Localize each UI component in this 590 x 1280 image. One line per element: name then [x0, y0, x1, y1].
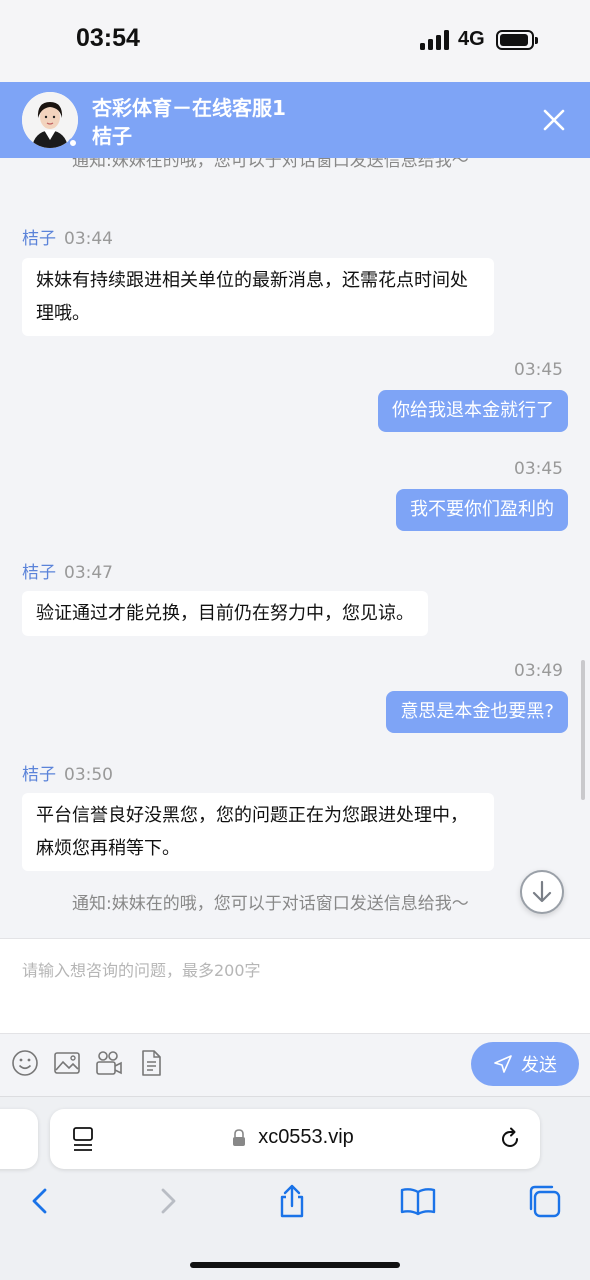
system-notice: 通知:妹妹在的哦，您可以于对话窗口发送信息给我～	[72, 894, 469, 914]
back-icon[interactable]	[22, 1183, 58, 1219]
message-time: 03:49	[514, 661, 563, 681]
agent-message: 平台信誉良好没黑您，您的问题正在为您跟进处理中，麻烦您再稍等下。	[22, 793, 494, 871]
bookmarks-icon[interactable]	[400, 1183, 436, 1219]
send-button[interactable]: 发送	[471, 1042, 579, 1086]
home-indicator[interactable]	[190, 1262, 400, 1268]
status-bar: 03:54 4G	[0, 0, 590, 82]
message-time: 03:45	[514, 360, 563, 380]
agent-name: 桔子	[92, 124, 132, 148]
file-icon[interactable]	[136, 1048, 166, 1078]
message-meta: 桔子 03:50	[22, 760, 113, 785]
chat-title: 杏彩体育－在线客服1	[92, 96, 286, 120]
tabs-icon[interactable]	[526, 1183, 562, 1219]
send-label: 发送	[521, 1055, 557, 1076]
sender-name: 桔子	[22, 765, 56, 785]
signal-icon	[420, 30, 450, 50]
message-time: 03:50	[64, 765, 113, 785]
video-icon[interactable]	[94, 1048, 124, 1078]
share-icon[interactable]	[274, 1183, 310, 1219]
sender-name: 桔子	[22, 563, 56, 583]
arrow-down-icon	[532, 880, 552, 903]
reload-icon[interactable]	[498, 1127, 522, 1151]
scrollbar[interactable]	[581, 660, 585, 800]
chat-header: 杏彩体育－在线客服1 桔子	[0, 82, 590, 158]
user-message: 我不要你们盈利的	[396, 489, 568, 531]
user-message: 意思是本金也要黑?	[386, 691, 568, 733]
sender-name: 桔子	[22, 229, 56, 249]
status-time: 03:54	[76, 24, 140, 52]
chat-messages[interactable]: 通知:妹妹在的哦，您可以于对话窗口发送信息给我～ 桔子 03:44 妹妹有持续跟进…	[0, 158, 590, 938]
user-message: 你给我退本金就行了	[378, 390, 568, 432]
forward-icon[interactable]	[150, 1183, 186, 1219]
address-bar[interactable]: xc0553.vip	[50, 1109, 540, 1169]
online-status-dot	[68, 138, 78, 148]
image-icon[interactable]	[52, 1048, 82, 1078]
url-text: xc0553.vip	[258, 1126, 354, 1148]
message-meta: 桔子 03:44	[22, 224, 113, 249]
message-time: 03:47	[64, 563, 113, 583]
chat-toolbar: 发送	[0, 1034, 590, 1096]
network-type: 4G	[458, 28, 485, 50]
system-notice: 通知:妹妹在的哦，您可以于对话窗口发送信息给我～	[72, 158, 469, 171]
message-time: 03:45	[514, 459, 563, 479]
emoji-icon[interactable]	[10, 1048, 40, 1078]
agent-message: 验证通过才能兑换，目前仍在努力中，您见谅。	[22, 591, 428, 636]
battery-icon	[496, 30, 538, 50]
message-input-area	[0, 938, 590, 1034]
close-icon[interactable]	[538, 104, 570, 136]
message-meta: 桔子 03:47	[22, 558, 113, 583]
scroll-to-bottom-button[interactable]	[520, 870, 564, 914]
agent-message: 妹妹有持续跟进相关单位的最新消息，还需花点时间处理哦。	[22, 258, 494, 336]
message-time: 03:44	[64, 229, 113, 249]
send-icon	[494, 1055, 512, 1073]
message-input[interactable]	[22, 957, 562, 1017]
previous-tab[interactable]	[0, 1109, 38, 1169]
browser-bar: xc0553.vip	[0, 1096, 590, 1280]
